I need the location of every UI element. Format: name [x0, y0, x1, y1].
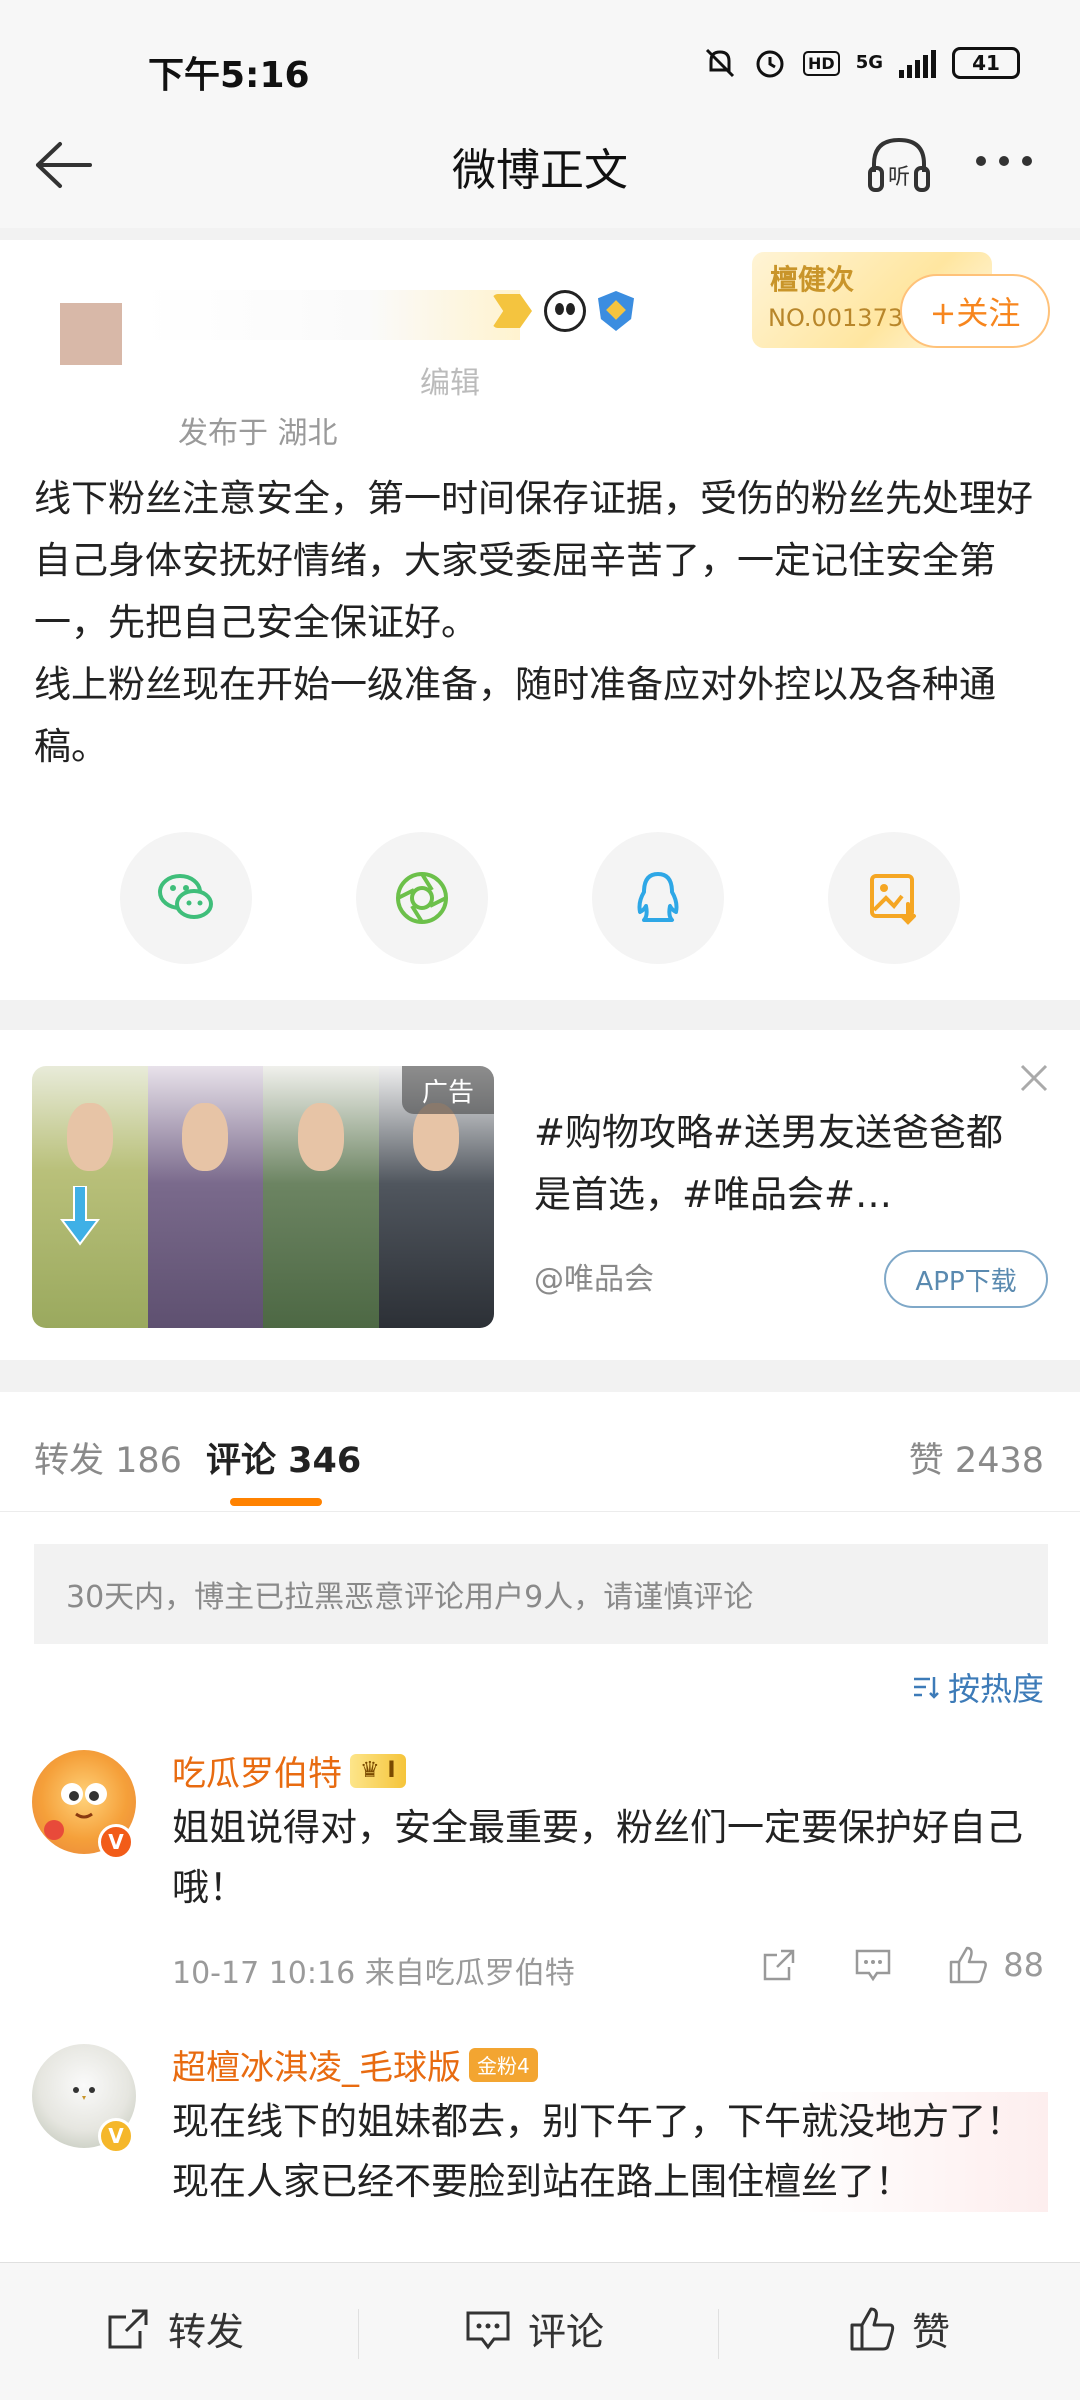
- verified-v-icon: V: [98, 2118, 134, 2154]
- comment-icon: [466, 2311, 510, 2349]
- sort-label: 按热度: [947, 1670, 1044, 1708]
- comment-actions: 88: [759, 1944, 1044, 1986]
- ad-source[interactable]: @唯品会: [534, 1254, 654, 1298]
- share-moments-button[interactable]: [356, 832, 488, 964]
- mute-icon: [705, 48, 735, 78]
- author-avatar[interactable]: [60, 303, 122, 365]
- status-icons: HD 5G 41: [703, 46, 1020, 80]
- ad-title[interactable]: #购物攻略#送男友送爸爸都是首选，#唯品会#…: [534, 1102, 1034, 1226]
- post-card: 编辑 发布于 湖北 檀健次 NO.001373 +关注 线下粉丝注意安全，第一时…: [0, 240, 1080, 1000]
- close-icon[interactable]: [1016, 1060, 1052, 1096]
- active-tab-indicator: [230, 1498, 322, 1506]
- comments-section: 30天内，博主已拉黑恶意评论用户9人，请谨慎评论 按热度 V 吃瓜罗伯特 ♛ I…: [0, 1512, 1080, 2272]
- commenter-name[interactable]: 超檀冰淇凌_毛球版: [172, 2040, 461, 2089]
- alarm-icon: [756, 50, 784, 78]
- ad-image[interactable]: 广告: [32, 1066, 494, 1328]
- qq-icon: [637, 872, 679, 922]
- like-count: 88: [1003, 1946, 1044, 1984]
- interaction-tabs: 转发 186 评论 346 赞 2438: [0, 1392, 1080, 1512]
- commenter-name-row: 吃瓜罗伯特 ♛ I: [172, 1746, 406, 1795]
- ad-model-photo: [263, 1066, 379, 1328]
- comment-text: 姐姐说得对，安全最重要，粉丝们一定要保护好自己哦！: [172, 1806, 1023, 1909]
- thumbs-up-icon: [950, 1946, 988, 1984]
- comment-notice: 30天内，博主已拉黑恶意评论用户9人，请谨慎评论: [34, 1544, 1048, 1644]
- hd-icon: HD: [803, 50, 840, 76]
- gold-fan-badge-icon: 金粉4: [469, 2047, 538, 2082]
- signal-icon: [899, 48, 936, 78]
- comment-meta: 10-17 10:16 来自吃瓜罗伯特: [172, 1956, 575, 1991]
- comment-text: 现在线下的姐妹都去，别下午了，下午就没地方了！现在人家已经不要脸到站在路上围住檀…: [172, 2092, 1048, 2212]
- arrow-down-icon: [60, 1186, 100, 1246]
- thumbs-up-icon: [850, 2307, 895, 2350]
- verified-v-icon: V: [98, 1824, 134, 1860]
- nav-bar: 微博正文 听: [0, 100, 1080, 228]
- crown-badge-icon: ♛ I: [350, 1753, 406, 1788]
- reply-icon[interactable]: [853, 1945, 893, 1985]
- listen-label: 听: [888, 165, 910, 190]
- ad-model-photo: [32, 1066, 148, 1328]
- app-download-button[interactable]: APP下载: [884, 1250, 1048, 1308]
- follow-button[interactable]: +关注: [900, 274, 1050, 348]
- save-image-icon: [870, 874, 916, 925]
- repost-icon[interactable]: [759, 1945, 799, 1985]
- tab-repost[interactable]: 转发 186: [34, 1432, 182, 1483]
- bottom-comment-label: 评论: [528, 2310, 605, 2354]
- tab-comment[interactable]: 评论 346: [206, 1432, 361, 1483]
- bottom-like-label: 赞: [912, 2310, 951, 2354]
- like-button[interactable]: 88: [947, 1944, 1044, 1986]
- sort-by-hot-button[interactable]: 按热度: [910, 1664, 1044, 1710]
- moments-icon: [396, 872, 448, 924]
- level-badge-text: I: [387, 1758, 396, 1783]
- bottom-action-bar: 转发 评论 赞: [0, 2262, 1080, 2400]
- fan-card-name: 檀健次: [770, 263, 855, 296]
- level-badge-icon: [492, 294, 532, 328]
- share-qq-button[interactable]: [592, 832, 724, 964]
- bottom-repost-label: 转发: [168, 2310, 245, 2354]
- bottom-repost-button[interactable]: 转发: [104, 2301, 244, 2356]
- author-name-redacted: [140, 290, 520, 340]
- share-row: [120, 832, 960, 964]
- more-menu-icon[interactable]: [976, 156, 1032, 166]
- status-time: 下午5:16: [148, 55, 310, 96]
- sort-icon: [913, 1677, 939, 1699]
- bottom-comment-button[interactable]: 评论: [464, 2301, 604, 2356]
- post-paragraph: 线上粉丝现在开始一级准备，随时准备应对外控以及各种通稿。: [34, 663, 996, 768]
- repost-icon: [108, 2309, 148, 2348]
- wechat-icon: [158, 874, 213, 919]
- ad-tag: 广告: [402, 1066, 494, 1114]
- commenter-name[interactable]: 吃瓜罗伯特: [172, 1746, 342, 1795]
- tab-like[interactable]: 赞 2438: [909, 1432, 1044, 1483]
- post-body: 线下粉丝注意安全，第一时间保存证据，受伤的粉丝先处理好自己身体安抚好情绪，大家受…: [34, 468, 1050, 778]
- save-image-button[interactable]: [828, 832, 960, 964]
- battery-icon: 41: [952, 47, 1020, 79]
- divider: [718, 2309, 719, 2359]
- ad-card[interactable]: 广告 #购物攻略#送男友送爸爸都是首选，#唯品会#… @唯品会 APP下载: [0, 1030, 1080, 1360]
- divider: [358, 2309, 359, 2359]
- post-location: 发布于 湖北: [178, 416, 338, 451]
- author-badges: [492, 290, 634, 332]
- bottom-like-button[interactable]: 赞: [848, 2301, 950, 2356]
- post-paragraph: 线下粉丝注意安全，第一时间保存证据，受伤的粉丝先处理好自己身体安抚好情绪，大家受…: [34, 477, 1033, 644]
- network-type: 5G: [855, 52, 883, 73]
- ad-model-photo: [147, 1066, 263, 1328]
- fan-card-number: NO.001373: [768, 304, 904, 332]
- fan-badge-text: 金粉4: [477, 2054, 530, 2078]
- headphones-icon[interactable]: 听: [862, 128, 936, 202]
- author-subtitle: 编辑: [420, 366, 480, 401]
- panda-badge-icon: [544, 290, 586, 332]
- share-wechat-button[interactable]: [120, 832, 252, 964]
- verified-shield-icon: [598, 291, 634, 331]
- commenter-name-row: 超檀冰淇凌_毛球版 金粉4: [172, 2040, 538, 2089]
